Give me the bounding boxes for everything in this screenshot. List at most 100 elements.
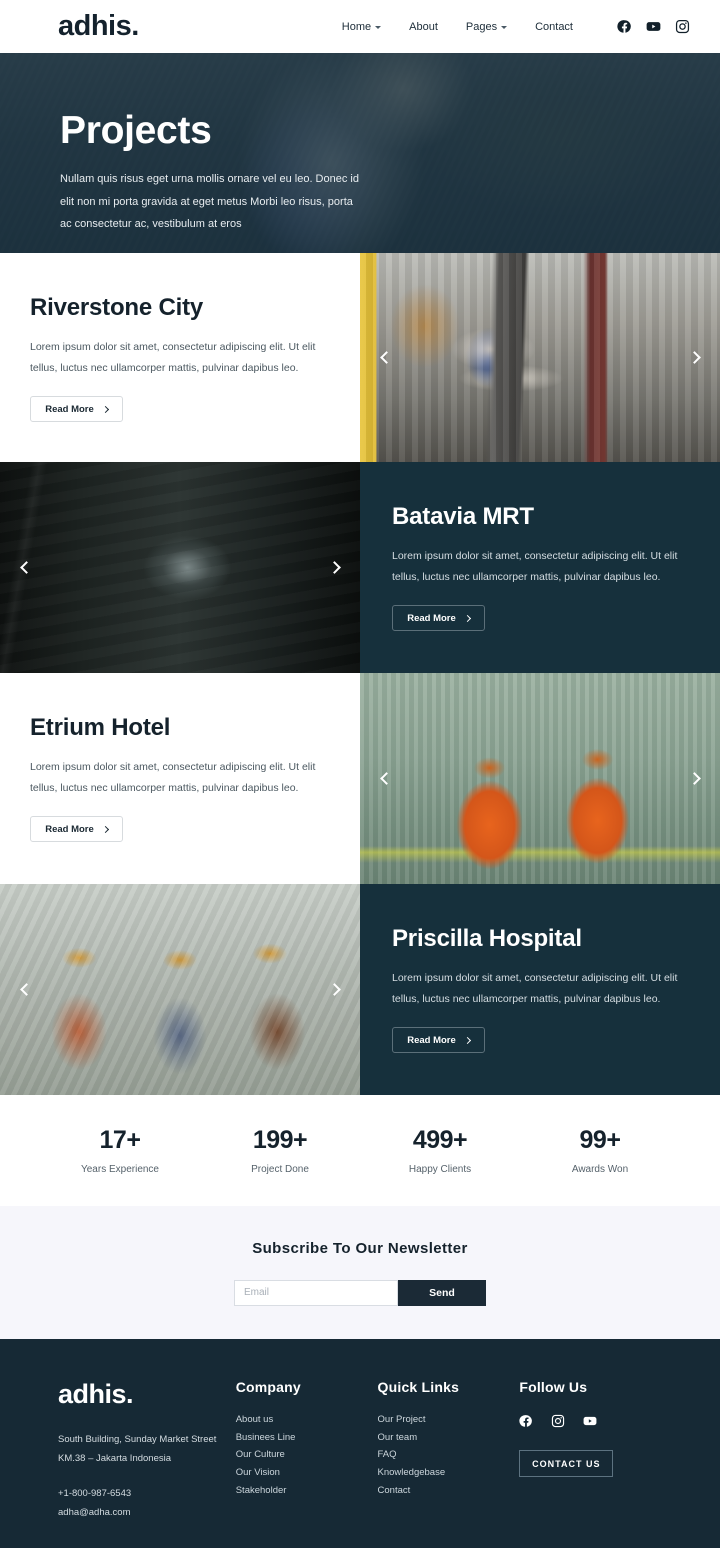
footer-link-list: About us Businees Line Our Culture Our V… [236, 1411, 378, 1499]
project-description: Lorem ipsum dolor sit amet, consectetur … [392, 972, 678, 1005]
nav-item-about[interactable]: About [409, 21, 438, 33]
project-image-carousel [360, 253, 720, 462]
project-description: Lorem ipsum dolor sit amet, consectetur … [30, 761, 316, 794]
footer-link-list: Our Project Our team FAQ Knowledgebase C… [378, 1411, 520, 1499]
nav-item-pages[interactable]: Pages [465, 20, 508, 33]
project-text: Riverstone City Lorem ipsum dolor sit am… [0, 253, 360, 462]
nav-item-contact[interactable]: Contact [535, 21, 573, 33]
brand-logo[interactable]: adhis. [58, 10, 139, 43]
project-text: Batavia MRT Lorem ipsum dolor sit amet, … [360, 462, 720, 673]
page-title: Projects [60, 109, 212, 152]
construction-site-crane-image [360, 253, 720, 462]
footer-social-links [519, 1414, 680, 1428]
read-more-label: Read More [407, 612, 456, 624]
project-title: Riverstone City [30, 294, 204, 321]
carousel-prev-button[interactable] [372, 346, 396, 370]
stat-value: 199+ [252, 1126, 308, 1154]
footer-link-our-culture[interactable]: Our Culture [236, 1446, 378, 1464]
read-more-button[interactable]: Read More [392, 1027, 485, 1054]
page-root: adhis. Home About Pages Contact Projects… [0, 0, 720, 1548]
read-more-button[interactable]: Read More [30, 396, 123, 423]
footer-phone[interactable]: +1-800-987-6543 [58, 1484, 236, 1503]
instagram-icon[interactable] [675, 19, 690, 34]
project-row-riverstone-city: Riverstone City Lorem ipsum dolor sit am… [0, 253, 720, 462]
project-row-batavia-mrt: Batavia MRT Lorem ipsum dolor sit amet, … [0, 462, 720, 673]
project-description: Lorem ipsum dolor sit amet, consectetur … [392, 550, 678, 583]
stat-value: 99+ [579, 1126, 621, 1154]
youtube-icon[interactable] [583, 1414, 597, 1428]
site-footer: adhis. South Building, Sunday Market Str… [0, 1339, 720, 1548]
nav-label: Home [341, 20, 372, 33]
footer-column-quick-links: Quick Links Our Project Our team FAQ Kno… [378, 1379, 520, 1548]
send-button[interactable]: Send [398, 1279, 486, 1306]
footer-link-contact[interactable]: Contact [378, 1482, 520, 1500]
header-social-links [617, 19, 690, 34]
chevron-right-icon [463, 1036, 471, 1044]
footer-link-knowledgebase[interactable]: Knowledgebase [378, 1464, 520, 1482]
carousel-prev-button[interactable] [372, 767, 396, 791]
facebook-icon[interactable] [617, 19, 632, 34]
stat-project-done: 199+ Project Done [200, 1126, 360, 1175]
nav-label: Pages [465, 20, 498, 33]
project-image-carousel [0, 884, 360, 1095]
read-more-label: Read More [407, 1034, 456, 1046]
carousel-next-button[interactable] [684, 767, 708, 791]
site-header: adhis. Home About Pages Contact [0, 0, 720, 53]
stat-value: 499+ [412, 1126, 468, 1154]
chevron-down-icon [501, 25, 508, 29]
stat-years-experience: 17+ Years Experience [40, 1126, 200, 1175]
hero-subtitle: Nullam quis risus eget urna mollis ornar… [60, 173, 359, 231]
footer-link-our-team[interactable]: Our team [378, 1429, 520, 1447]
footer-column-heading: Company [235, 1379, 301, 1395]
footer-logo[interactable]: adhis. [58, 1379, 236, 1410]
footer-link-faq[interactable]: FAQ [378, 1446, 520, 1464]
stat-label: Happy Clients [408, 1164, 472, 1175]
stat-happy-clients: 499+ Happy Clients [360, 1126, 520, 1175]
footer-link-stakeholder[interactable]: Stakeholder [236, 1482, 378, 1500]
carousel-prev-button[interactable] [12, 978, 36, 1002]
carousel-prev-button[interactable] [12, 556, 36, 580]
contact-us-button[interactable]: CONTACT US [519, 1450, 614, 1477]
stats-section: 17+ Years Experience 199+ Project Done 4… [0, 1095, 720, 1206]
workers-in-safety-vests-image [360, 673, 720, 884]
read-more-button[interactable]: Read More [392, 605, 485, 632]
main-navigation: Home About Pages Contact [342, 19, 690, 34]
project-image-carousel [0, 462, 360, 673]
newsletter-section: Subscribe To Our Newsletter Send [0, 1206, 720, 1339]
carousel-next-button[interactable] [324, 556, 348, 580]
footer-column-heading: Quick Links [377, 1379, 460, 1395]
stat-awards-won: 99+ Awards Won [520, 1126, 680, 1175]
footer-link-businees-line[interactable]: Businees Line [236, 1429, 378, 1447]
nav-item-home[interactable]: Home [341, 20, 382, 33]
carousel-next-button[interactable] [684, 346, 708, 370]
youtube-icon[interactable] [646, 19, 661, 34]
read-more-button[interactable]: Read More [30, 816, 123, 843]
newsletter-form: Send [234, 1279, 486, 1306]
chevron-right-icon [463, 614, 471, 622]
project-image-carousel [360, 673, 720, 884]
instagram-icon[interactable] [551, 1414, 565, 1428]
footer-link-our-vision[interactable]: Our Vision [236, 1464, 378, 1482]
project-row-priscilla-hospital: Priscilla Hospital Lorem ipsum dolor sit… [0, 884, 720, 1095]
facebook-icon[interactable] [519, 1414, 533, 1428]
footer-contact-info: +1-800-987-6543 adha@adha.com [58, 1484, 236, 1522]
carousel-next-button[interactable] [324, 978, 348, 1002]
footer-address: South Building, Sunday Market Street KM.… [58, 1430, 236, 1468]
chevron-right-icon [101, 825, 109, 833]
stat-label: Awards Won [571, 1164, 629, 1175]
hero-section: Projects Nullam quis risus eget urna mol… [0, 53, 720, 253]
newsletter-title: Subscribe To Our Newsletter [252, 1239, 468, 1257]
footer-brand-column: adhis. South Building, Sunday Market Str… [58, 1379, 236, 1548]
chevron-right-icon [101, 405, 109, 413]
nav-label: Contact [535, 20, 573, 33]
footer-link-about-us[interactable]: About us [236, 1411, 378, 1429]
metro-tunnel-image [0, 462, 360, 673]
stat-value: 17+ [99, 1126, 141, 1154]
project-description: Lorem ipsum dolor sit amet, consectetur … [30, 341, 316, 374]
footer-email[interactable]: adha@adha.com [58, 1503, 236, 1522]
stat-label: Project Done [251, 1164, 309, 1175]
footer-link-our-project[interactable]: Our Project [378, 1411, 520, 1429]
email-input[interactable] [234, 1279, 398, 1306]
project-text: Priscilla Hospital Lorem ipsum dolor sit… [360, 884, 720, 1095]
read-more-label: Read More [45, 403, 94, 415]
